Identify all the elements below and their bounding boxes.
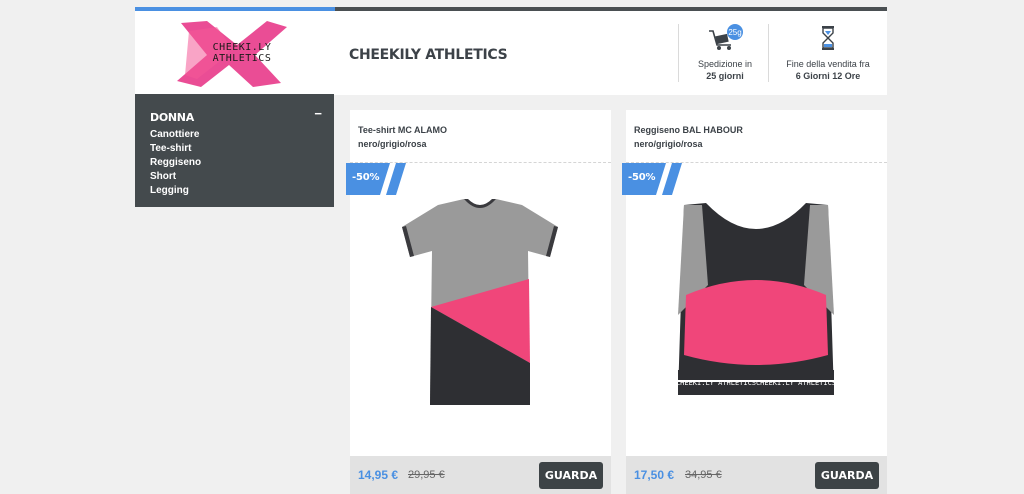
deadline-value: 6 Giorni 12 Ore (795, 71, 861, 81)
view-button[interactable]: GUARDA (815, 462, 879, 489)
category-sidebar: DONNA − Canottiere Tee-shirt Reggiseno S… (135, 94, 334, 207)
product-card[interactable]: Tee-shirt MC ALAMO nero/grigio/rosa -50%… (346, 110, 611, 494)
product-title[interactable]: Reggiseno BAL HABOUR nero/grigio/rosa (634, 123, 879, 151)
shipping-label: Spedizione in (697, 59, 753, 69)
discount-badge: -50% (622, 163, 688, 195)
price-bar: 14,95 € 29,95 € GUARDA (350, 456, 611, 494)
product-card[interactable]: Reggiseno BAL HABOUR nero/grigio/rosa -5… (622, 110, 887, 494)
sidebar-item-short[interactable]: Short (150, 170, 201, 184)
page: CHEEKI.LY ATHLETICS CHEEKILY ATHLETICS 2… (135, 7, 887, 494)
product-title[interactable]: Tee-shirt MC ALAMO nero/grigio/rosa (358, 123, 603, 151)
deadline-label: Fine della vendita fra (786, 59, 870, 69)
bra-print-left: CHEEKI.LY ATHLETICS (676, 379, 756, 387)
sidebar-header[interactable]: DONNA − (150, 107, 322, 124)
shipping-info: 25g Spedizione in 25 giorni (681, 23, 769, 82)
sale-price: 17,50 € (634, 468, 675, 482)
view-button[interactable]: GUARDA (539, 462, 603, 489)
sidebar-item-canottiere[interactable]: Canottiere (150, 128, 201, 142)
sidebar-title: DONNA (150, 111, 194, 124)
original-price: 34,95 € (685, 469, 722, 481)
sidebar-item-tee-shirt[interactable]: Tee-shirt (150, 142, 201, 156)
product-image-sports-bra[interactable]: CHEEKI.LY ATHLETICS CHEEKI.LY ATHLETICS (656, 195, 856, 425)
sale-price: 14,95 € (358, 468, 399, 482)
price-bar: 17,50 € 34,95 € GUARDA (626, 456, 887, 494)
sidebar-item-legging[interactable]: Legging (150, 184, 201, 198)
shipping-value: 25 giorni (706, 71, 744, 81)
bra-print-right: CHEEKI.LY ATHLETICS (756, 379, 836, 387)
product-image-tshirt[interactable] (380, 195, 580, 425)
logo-text: CHEEKI.LY ATHLETICS (212, 42, 272, 64)
store-title: CHEEKILY ATHLETICS (349, 47, 508, 63)
shipping-badge: 25g (728, 28, 741, 37)
discount-badge: -50% (346, 163, 412, 195)
brand-logo[interactable]: CHEEKI.LY ATHLETICS (167, 17, 295, 89)
header: CHEEKI.LY ATHLETICS CHEEKILY ATHLETICS 2… (135, 11, 887, 95)
hourglass-icon (808, 23, 848, 53)
sidebar-item-reggiseno[interactable]: Reggiseno (150, 156, 201, 170)
sale-deadline: Fine della vendita fra 6 Giorni 12 Ore (779, 23, 877, 82)
collapse-icon[interactable]: − (314, 107, 322, 120)
delivery-truck-icon: 25g (705, 23, 745, 53)
header-divider (678, 24, 679, 82)
original-price: 29,95 € (408, 469, 445, 481)
sidebar-list: Canottiere Tee-shirt Reggiseno Short Leg… (150, 128, 201, 198)
